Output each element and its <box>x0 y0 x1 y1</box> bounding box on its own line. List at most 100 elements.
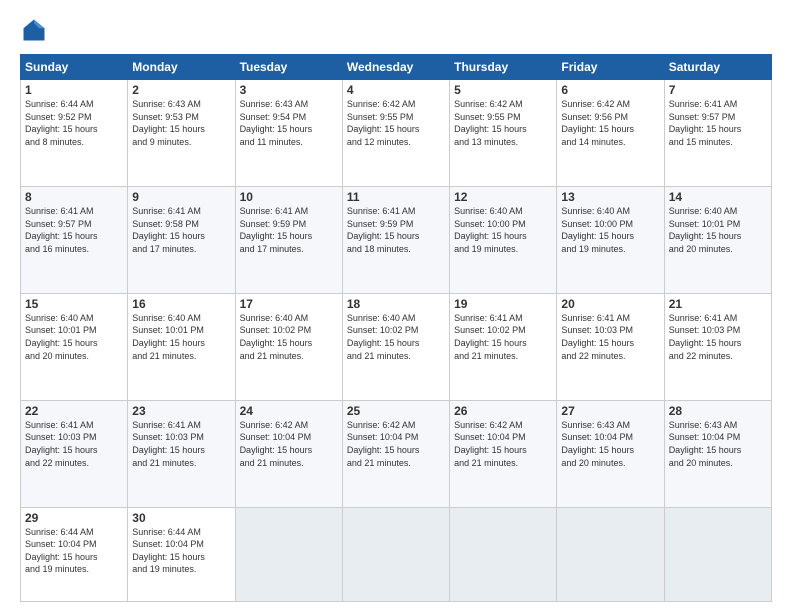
day-number: 15 <box>25 297 123 311</box>
logo <box>20 16 52 44</box>
day-info: Sunrise: 6:41 AM Sunset: 9:57 PM Dayligh… <box>669 98 767 148</box>
page: SundayMondayTuesdayWednesdayThursdayFrid… <box>0 0 792 612</box>
calendar-cell: 15 Sunrise: 6:40 AM Sunset: 10:01 PM Day… <box>21 293 128 400</box>
day-number: 8 <box>25 190 123 204</box>
calendar-cell: 18 Sunrise: 6:40 AM Sunset: 10:02 PM Day… <box>342 293 449 400</box>
day-info: Sunrise: 6:41 AM Sunset: 9:58 PM Dayligh… <box>132 205 230 255</box>
weekday-header-monday: Monday <box>128 55 235 80</box>
day-info: Sunrise: 6:41 AM Sunset: 10:02 PM Daylig… <box>454 312 552 362</box>
calendar-cell: 6 Sunrise: 6:42 AM Sunset: 9:56 PM Dayli… <box>557 80 664 187</box>
calendar-cell: 27 Sunrise: 6:43 AM Sunset: 10:04 PM Day… <box>557 400 664 507</box>
day-number: 17 <box>240 297 338 311</box>
day-info: Sunrise: 6:42 AM Sunset: 10:04 PM Daylig… <box>454 419 552 469</box>
calendar-cell: 22 Sunrise: 6:41 AM Sunset: 10:03 PM Day… <box>21 400 128 507</box>
weekday-header-friday: Friday <box>557 55 664 80</box>
calendar-cell <box>235 507 342 601</box>
day-info: Sunrise: 6:40 AM Sunset: 10:00 PM Daylig… <box>561 205 659 255</box>
day-number: 19 <box>454 297 552 311</box>
calendar-cell: 7 Sunrise: 6:41 AM Sunset: 9:57 PM Dayli… <box>664 80 771 187</box>
day-info: Sunrise: 6:42 AM Sunset: 10:04 PM Daylig… <box>347 419 445 469</box>
calendar-cell: 19 Sunrise: 6:41 AM Sunset: 10:02 PM Day… <box>450 293 557 400</box>
calendar-cell: 2 Sunrise: 6:43 AM Sunset: 9:53 PM Dayli… <box>128 80 235 187</box>
calendar-cell: 13 Sunrise: 6:40 AM Sunset: 10:00 PM Day… <box>557 186 664 293</box>
day-number: 21 <box>669 297 767 311</box>
calendar-cell: 10 Sunrise: 6:41 AM Sunset: 9:59 PM Dayl… <box>235 186 342 293</box>
calendar-cell: 8 Sunrise: 6:41 AM Sunset: 9:57 PM Dayli… <box>21 186 128 293</box>
day-info: Sunrise: 6:40 AM Sunset: 10:02 PM Daylig… <box>240 312 338 362</box>
calendar-cell: 21 Sunrise: 6:41 AM Sunset: 10:03 PM Day… <box>664 293 771 400</box>
calendar-cell: 11 Sunrise: 6:41 AM Sunset: 9:59 PM Dayl… <box>342 186 449 293</box>
calendar-cell: 14 Sunrise: 6:40 AM Sunset: 10:01 PM Day… <box>664 186 771 293</box>
calendar-cell <box>557 507 664 601</box>
day-number: 28 <box>669 404 767 418</box>
calendar-cell: 28 Sunrise: 6:43 AM Sunset: 10:04 PM Day… <box>664 400 771 507</box>
calendar-header: SundayMondayTuesdayWednesdayThursdayFrid… <box>21 55 772 80</box>
day-number: 30 <box>132 511 230 525</box>
day-number: 12 <box>454 190 552 204</box>
day-number: 10 <box>240 190 338 204</box>
day-number: 13 <box>561 190 659 204</box>
weekday-header-saturday: Saturday <box>664 55 771 80</box>
day-info: Sunrise: 6:42 AM Sunset: 9:55 PM Dayligh… <box>347 98 445 148</box>
weekday-header-wednesday: Wednesday <box>342 55 449 80</box>
calendar-cell: 29 Sunrise: 6:44 AM Sunset: 10:04 PM Day… <box>21 507 128 601</box>
calendar-cell: 24 Sunrise: 6:42 AM Sunset: 10:04 PM Day… <box>235 400 342 507</box>
calendar-cell: 5 Sunrise: 6:42 AM Sunset: 9:55 PM Dayli… <box>450 80 557 187</box>
day-number: 29 <box>25 511 123 525</box>
calendar-cell: 25 Sunrise: 6:42 AM Sunset: 10:04 PM Day… <box>342 400 449 507</box>
calendar-cell: 12 Sunrise: 6:40 AM Sunset: 10:00 PM Day… <box>450 186 557 293</box>
day-info: Sunrise: 6:42 AM Sunset: 9:55 PM Dayligh… <box>454 98 552 148</box>
day-number: 5 <box>454 83 552 97</box>
calendar-cell <box>342 507 449 601</box>
calendar-cell: 20 Sunrise: 6:41 AM Sunset: 10:03 PM Day… <box>557 293 664 400</box>
calendar-cell: 9 Sunrise: 6:41 AM Sunset: 9:58 PM Dayli… <box>128 186 235 293</box>
day-number: 16 <box>132 297 230 311</box>
day-number: 22 <box>25 404 123 418</box>
calendar-table: SundayMondayTuesdayWednesdayThursdayFrid… <box>20 54 772 602</box>
day-info: Sunrise: 6:43 AM Sunset: 10:04 PM Daylig… <box>561 419 659 469</box>
day-number: 18 <box>347 297 445 311</box>
day-info: Sunrise: 6:41 AM Sunset: 10:03 PM Daylig… <box>669 312 767 362</box>
day-info: Sunrise: 6:41 AM Sunset: 9:59 PM Dayligh… <box>347 205 445 255</box>
day-info: Sunrise: 6:41 AM Sunset: 10:03 PM Daylig… <box>561 312 659 362</box>
day-info: Sunrise: 6:41 AM Sunset: 9:57 PM Dayligh… <box>25 205 123 255</box>
day-info: Sunrise: 6:40 AM Sunset: 10:01 PM Daylig… <box>25 312 123 362</box>
day-number: 9 <box>132 190 230 204</box>
day-info: Sunrise: 6:41 AM Sunset: 10:03 PM Daylig… <box>132 419 230 469</box>
day-info: Sunrise: 6:43 AM Sunset: 9:53 PM Dayligh… <box>132 98 230 148</box>
day-info: Sunrise: 6:40 AM Sunset: 10:02 PM Daylig… <box>347 312 445 362</box>
calendar-cell: 3 Sunrise: 6:43 AM Sunset: 9:54 PM Dayli… <box>235 80 342 187</box>
day-number: 27 <box>561 404 659 418</box>
day-info: Sunrise: 6:43 AM Sunset: 10:04 PM Daylig… <box>669 419 767 469</box>
day-info: Sunrise: 6:44 AM Sunset: 9:52 PM Dayligh… <box>25 98 123 148</box>
day-number: 7 <box>669 83 767 97</box>
calendar-cell <box>664 507 771 601</box>
day-number: 11 <box>347 190 445 204</box>
calendar-cell <box>450 507 557 601</box>
day-info: Sunrise: 6:40 AM Sunset: 10:01 PM Daylig… <box>669 205 767 255</box>
day-info: Sunrise: 6:41 AM Sunset: 10:03 PM Daylig… <box>25 419 123 469</box>
day-info: Sunrise: 6:43 AM Sunset: 9:54 PM Dayligh… <box>240 98 338 148</box>
weekday-header-thursday: Thursday <box>450 55 557 80</box>
day-number: 4 <box>347 83 445 97</box>
day-number: 1 <box>25 83 123 97</box>
weekday-header-tuesday: Tuesday <box>235 55 342 80</box>
day-number: 3 <box>240 83 338 97</box>
calendar-cell: 26 Sunrise: 6:42 AM Sunset: 10:04 PM Day… <box>450 400 557 507</box>
day-info: Sunrise: 6:44 AM Sunset: 10:04 PM Daylig… <box>25 526 123 576</box>
day-info: Sunrise: 6:41 AM Sunset: 9:59 PM Dayligh… <box>240 205 338 255</box>
day-number: 2 <box>132 83 230 97</box>
day-number: 26 <box>454 404 552 418</box>
day-number: 24 <box>240 404 338 418</box>
day-info: Sunrise: 6:42 AM Sunset: 10:04 PM Daylig… <box>240 419 338 469</box>
day-number: 14 <box>669 190 767 204</box>
calendar-cell: 30 Sunrise: 6:44 AM Sunset: 10:04 PM Day… <box>128 507 235 601</box>
day-info: Sunrise: 6:42 AM Sunset: 9:56 PM Dayligh… <box>561 98 659 148</box>
day-info: Sunrise: 6:44 AM Sunset: 10:04 PM Daylig… <box>132 526 230 576</box>
day-number: 20 <box>561 297 659 311</box>
logo-icon <box>20 16 48 44</box>
header <box>20 16 772 44</box>
day-number: 23 <box>132 404 230 418</box>
calendar-cell: 23 Sunrise: 6:41 AM Sunset: 10:03 PM Day… <box>128 400 235 507</box>
calendar-cell: 1 Sunrise: 6:44 AM Sunset: 9:52 PM Dayli… <box>21 80 128 187</box>
